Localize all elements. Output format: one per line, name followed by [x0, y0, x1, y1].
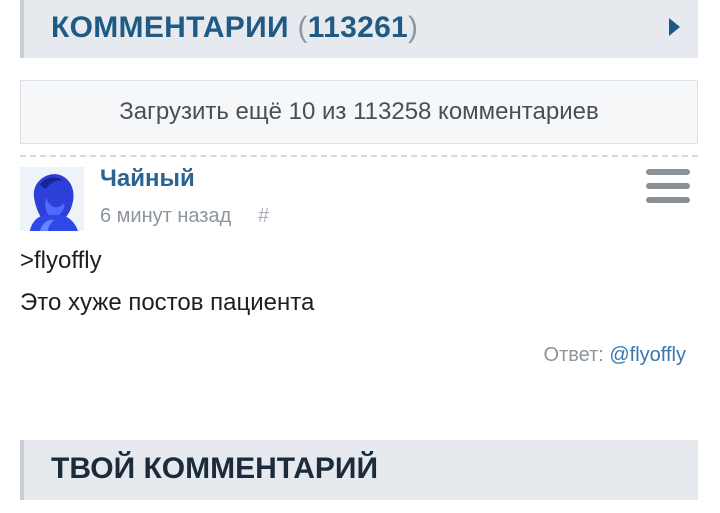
menu-bar-top [646, 169, 690, 175]
comment-menu-icon[interactable] [646, 169, 690, 203]
menu-bar-bottom [646, 197, 690, 203]
avatar[interactable] [20, 167, 84, 231]
your-comment-header: ТВОЙ КОММЕНТАРИЙ [20, 440, 698, 500]
menu-bar-middle [646, 183, 690, 189]
comments-page: КОММЕНТАРИИ (113261) Загрузить ещё 10 из… [0, 0, 720, 513]
comment-body: Это хуже постов пациента [20, 289, 315, 316]
comment-time: 6 минут назад [100, 205, 232, 227]
comments-title-text: КОММЕНТАРИИ [51, 11, 289, 44]
comment-author[interactable]: Чайный [100, 165, 195, 193]
comment-quote: >flyoffly [20, 247, 102, 274]
comments-title: КОММЕНТАРИИ (113261) [51, 11, 418, 45]
comment-divider [20, 155, 698, 157]
comments-count-open-paren: ( [297, 11, 308, 44]
your-comment-title: ТВОЙ КОММЕНТАРИЙ [51, 452, 379, 485]
reply-user-link[interactable]: @flyoffly [609, 344, 686, 366]
comment-reply: Ответ: @flyoffly [544, 344, 686, 367]
avatar-image [20, 167, 84, 231]
expand-arrow-icon[interactable] [669, 18, 680, 36]
comment-permalink-icon[interactable]: # [258, 205, 269, 228]
comments-count: 113261 [307, 11, 409, 44]
reply-label: Ответ: [543, 344, 610, 366]
comments-section-header[interactable]: КОММЕНТАРИИ (113261) [20, 0, 698, 58]
comments-count-close-paren: ) [408, 11, 419, 44]
load-more-button[interactable]: Загрузить ещё 10 из 113258 комментариев [20, 80, 698, 144]
